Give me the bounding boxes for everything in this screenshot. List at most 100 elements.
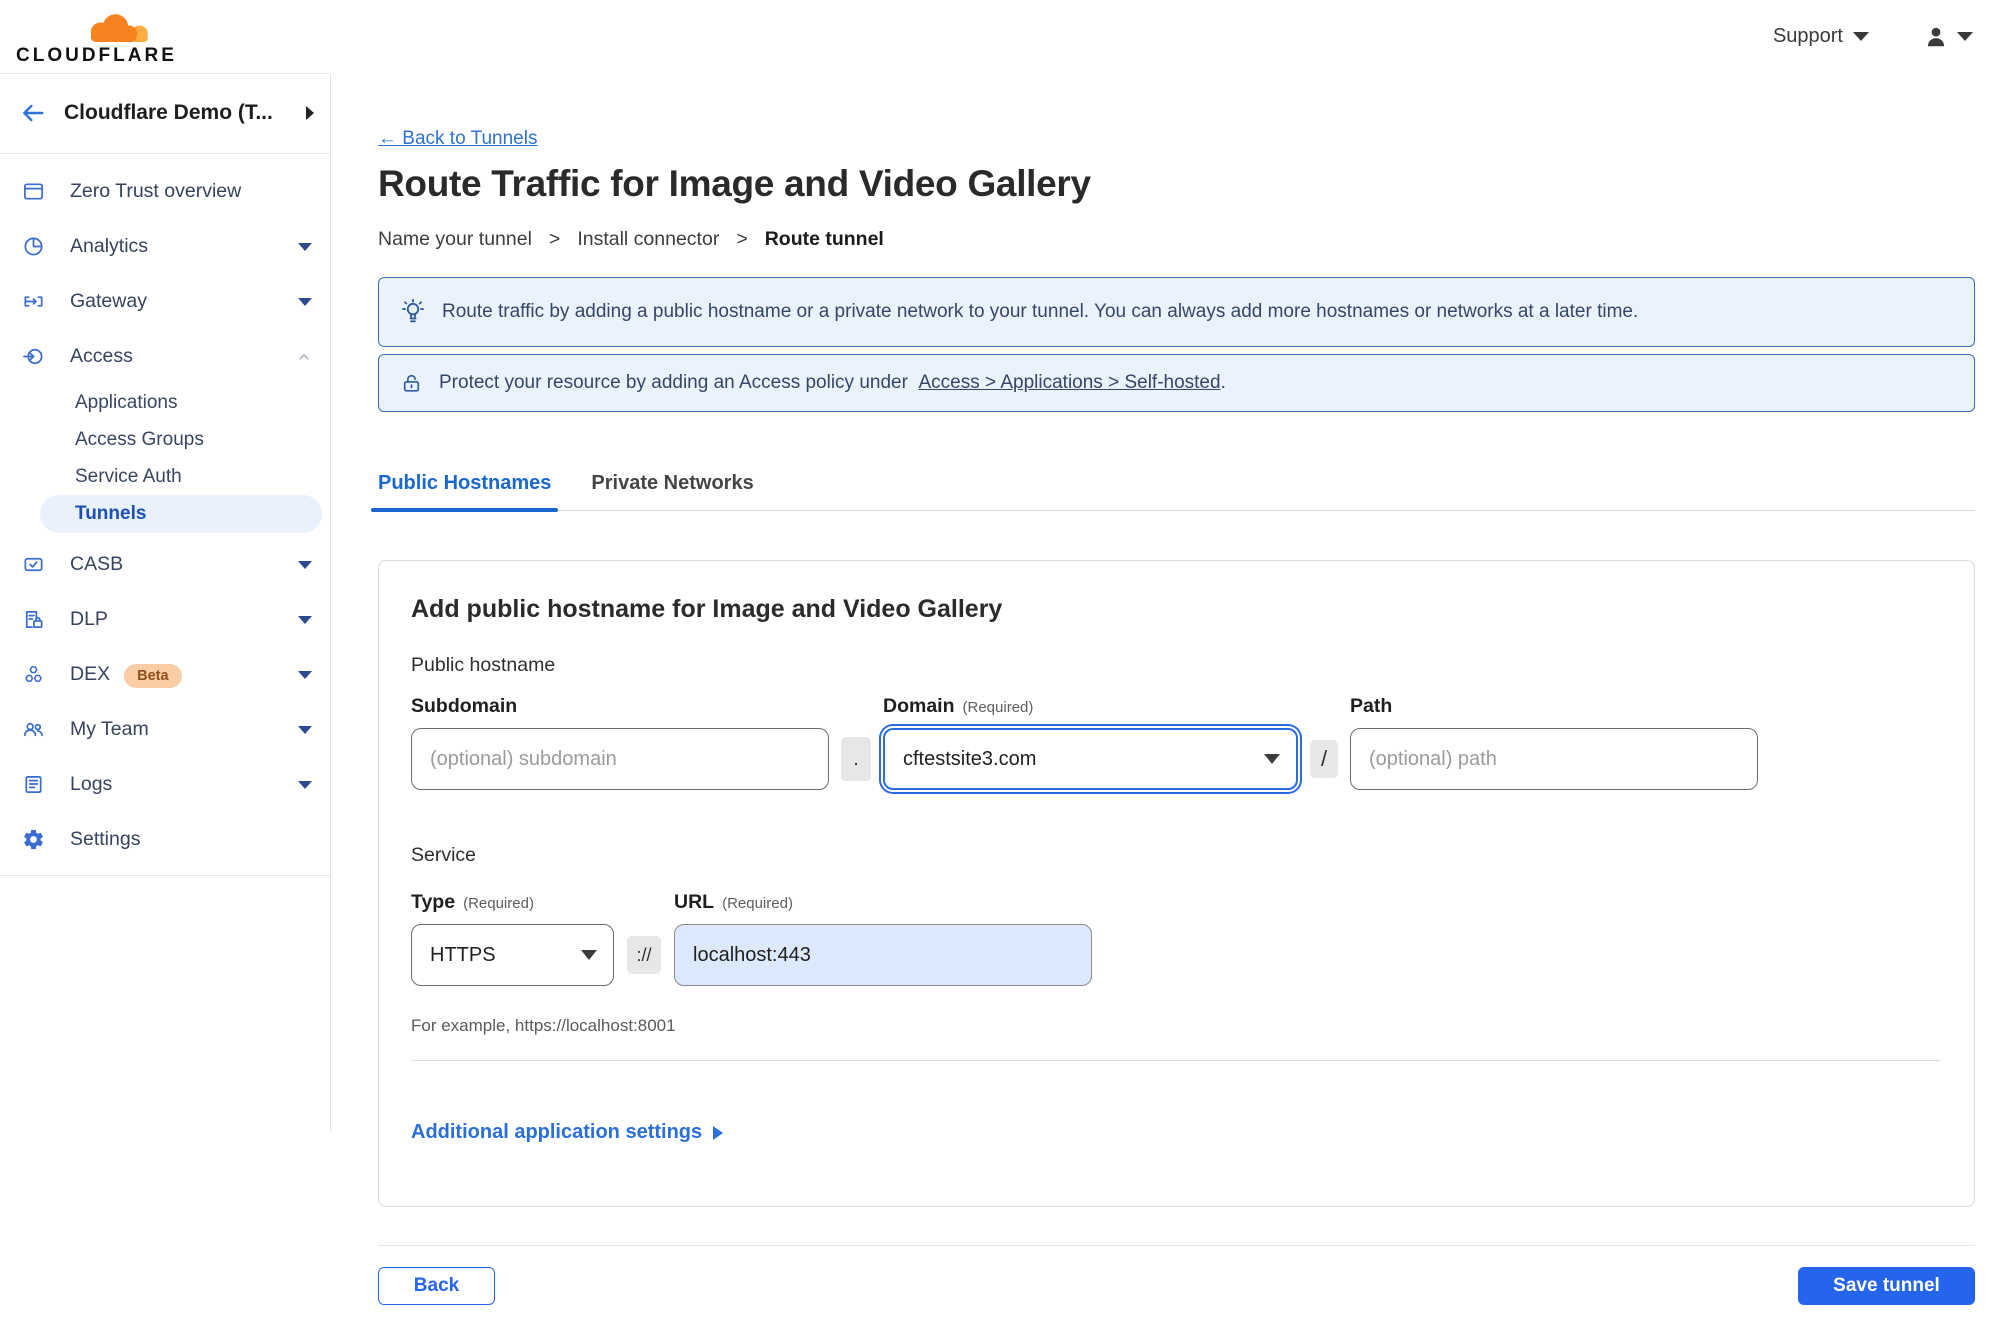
chevron-down-icon — [298, 615, 312, 624]
public-hostname-label: Public hostname — [411, 654, 556, 676]
sidebar-item-analytics[interactable]: Analytics — [0, 219, 330, 274]
sidebar-item-gateway[interactable]: Gateway — [0, 274, 330, 329]
cloudflare-logo-text: CLOUDFLARE — [16, 44, 177, 66]
chevron-up-icon — [299, 353, 309, 360]
slash-separator: / — [1310, 740, 1338, 778]
sidebar-item-service-auth[interactable]: Service Auth — [0, 458, 330, 495]
chevron-right-icon — [713, 1125, 724, 1140]
account-menu[interactable] — [1923, 24, 1973, 50]
tab-private-networks[interactable]: Private Networks — [591, 472, 753, 510]
logs-icon — [22, 773, 45, 796]
main-content: ← Back to Tunnels Route Traffic for Imag… — [331, 73, 1999, 1305]
sidebar-item-access[interactable]: Access — [0, 329, 330, 384]
access-applications-self-hosted-link[interactable]: Access > Applications > Self-hosted — [919, 372, 1221, 393]
sidebar-item-label: CASB — [70, 553, 124, 575]
chevron-down-icon — [298, 780, 312, 789]
dot-separator: . — [841, 737, 871, 781]
sidebar-item-access-groups[interactable]: Access Groups — [0, 421, 330, 458]
domain-label: Domain (Required) — [883, 695, 1034, 717]
sidebar-item-my-team[interactable]: My Team — [0, 702, 330, 757]
chevron-down-icon — [1957, 32, 1973, 41]
info-banner-text: Route traffic by adding a public hostnam… — [442, 301, 1639, 322]
info-banner: Route traffic by adding a public hostnam… — [378, 277, 1975, 347]
sidebar-item-casb[interactable]: CASB — [0, 537, 330, 592]
step-route-tunnel: Route tunnel — [764, 228, 884, 250]
sidebar-item-label: DEX Beta — [70, 663, 298, 688]
subdomain-label: Subdomain — [411, 695, 518, 717]
sidebar-item-label: Access Groups — [75, 428, 204, 450]
sidebar: Cloudflare Demo (T... Zero Trust overvie… — [0, 73, 331, 1131]
sidebar-item-dlp[interactable]: DLP — [0, 592, 330, 647]
chevron-down-icon — [298, 242, 312, 251]
scheme-separator: :// — [627, 936, 661, 974]
chevron-right-icon[interactable] — [306, 106, 314, 120]
url-label: URL (Required) — [674, 891, 793, 913]
chevron-down-icon — [298, 297, 312, 306]
casb-icon — [22, 553, 45, 576]
cloudflare-logo[interactable]: CLOUDFLARE — [16, 9, 174, 65]
sidebar-item-tunnels[interactable]: Tunnels — [40, 495, 322, 533]
sidebar-nav: Zero Trust overview Analytics Gateway Ac… — [0, 154, 330, 876]
path-label: Path — [1350, 695, 1393, 717]
dex-icon — [22, 663, 45, 686]
path-input[interactable] — [1350, 728, 1758, 790]
domain-required-hint: (Required) — [962, 699, 1034, 716]
type-label: Type (Required) — [411, 891, 534, 913]
save-tunnel-button[interactable]: Save tunnel — [1798, 1267, 1975, 1305]
sidebar-item-label: Service Auth — [75, 465, 182, 487]
chevron-down-icon — [1853, 32, 1869, 41]
url-required-hint: (Required) — [722, 895, 793, 912]
sidebar-item-label: Zero Trust overview — [70, 180, 242, 202]
tab-bar: Public Hostnames Private Networks — [370, 472, 1975, 512]
sidebar-item-logs[interactable]: Logs — [0, 757, 330, 812]
sidebar-item-label: My Team — [70, 718, 149, 740]
domain-select-value: cftestsite3.com — [903, 747, 1037, 770]
url-example-hint: For example, https://localhost:8001 — [411, 1016, 676, 1035]
tab-public-hostnames[interactable]: Public Hostnames — [370, 472, 559, 512]
user-icon — [1927, 27, 1945, 46]
chevron-down-icon — [1264, 754, 1280, 764]
back-to-tunnels-link[interactable]: ← Back to Tunnels — [378, 128, 537, 150]
support-label: Support — [1772, 25, 1843, 47]
overview-icon — [22, 180, 45, 203]
sidebar-item-applications[interactable]: Applications — [0, 384, 330, 421]
dlp-icon — [22, 608, 45, 631]
analytics-icon — [22, 235, 45, 258]
back-button[interactable]: Back — [378, 1267, 495, 1305]
type-select[interactable]: HTTPS — [411, 924, 614, 986]
step-separator: > — [736, 228, 748, 250]
protect-banner: Protect your resource by adding an Acces… — [378, 354, 1975, 412]
back-arrow-icon[interactable] — [20, 100, 46, 126]
sidebar-item-label: Gateway — [70, 290, 147, 312]
url-input[interactable] — [674, 924, 1092, 986]
type-required-hint: (Required) — [463, 895, 534, 912]
access-icon — [22, 345, 45, 368]
domain-select[interactable]: cftestsite3.com — [883, 728, 1298, 790]
support-menu[interactable]: Support — [1773, 25, 1869, 48]
sidebar-item-label: Access — [70, 345, 133, 367]
sidebar-item-zero-trust-overview[interactable]: Zero Trust overview — [0, 164, 330, 219]
footer-divider — [378, 1245, 1975, 1246]
top-bar: CLOUDFLARE Support — [0, 0, 1999, 73]
sidebar-item-dex[interactable]: DEX Beta — [0, 647, 330, 702]
card-divider — [411, 1060, 1940, 1061]
subdomain-input[interactable] — [411, 728, 829, 790]
beta-badge: Beta — [124, 664, 182, 688]
chevron-down-icon — [581, 950, 597, 960]
footer-actions: Back Save tunnel — [378, 1267, 1975, 1305]
settings-gear-icon — [22, 828, 45, 851]
lightbulb-icon — [402, 298, 424, 323]
add-public-hostname-card: Add public hostname for Image and Video … — [378, 560, 1975, 1207]
sidebar-item-settings[interactable]: Settings — [0, 812, 330, 867]
gateway-icon — [22, 290, 45, 313]
step-separator: > — [548, 228, 561, 250]
additional-application-settings-link[interactable]: Additional application settings — [411, 1121, 724, 1144]
type-select-value: HTTPS — [430, 943, 496, 966]
account-name: Cloudflare Demo (T... — [64, 101, 273, 124]
account-switcher[interactable]: Cloudflare Demo (T... — [0, 73, 330, 154]
sidebar-item-label: Analytics — [70, 235, 149, 257]
sidebar-divider — [0, 875, 330, 876]
sidebar-item-label: Logs — [70, 773, 113, 795]
breadcrumb: Name your tunnel > Install connector > R… — [378, 228, 1975, 251]
sidebar-item-label: Tunnels — [75, 503, 147, 524]
